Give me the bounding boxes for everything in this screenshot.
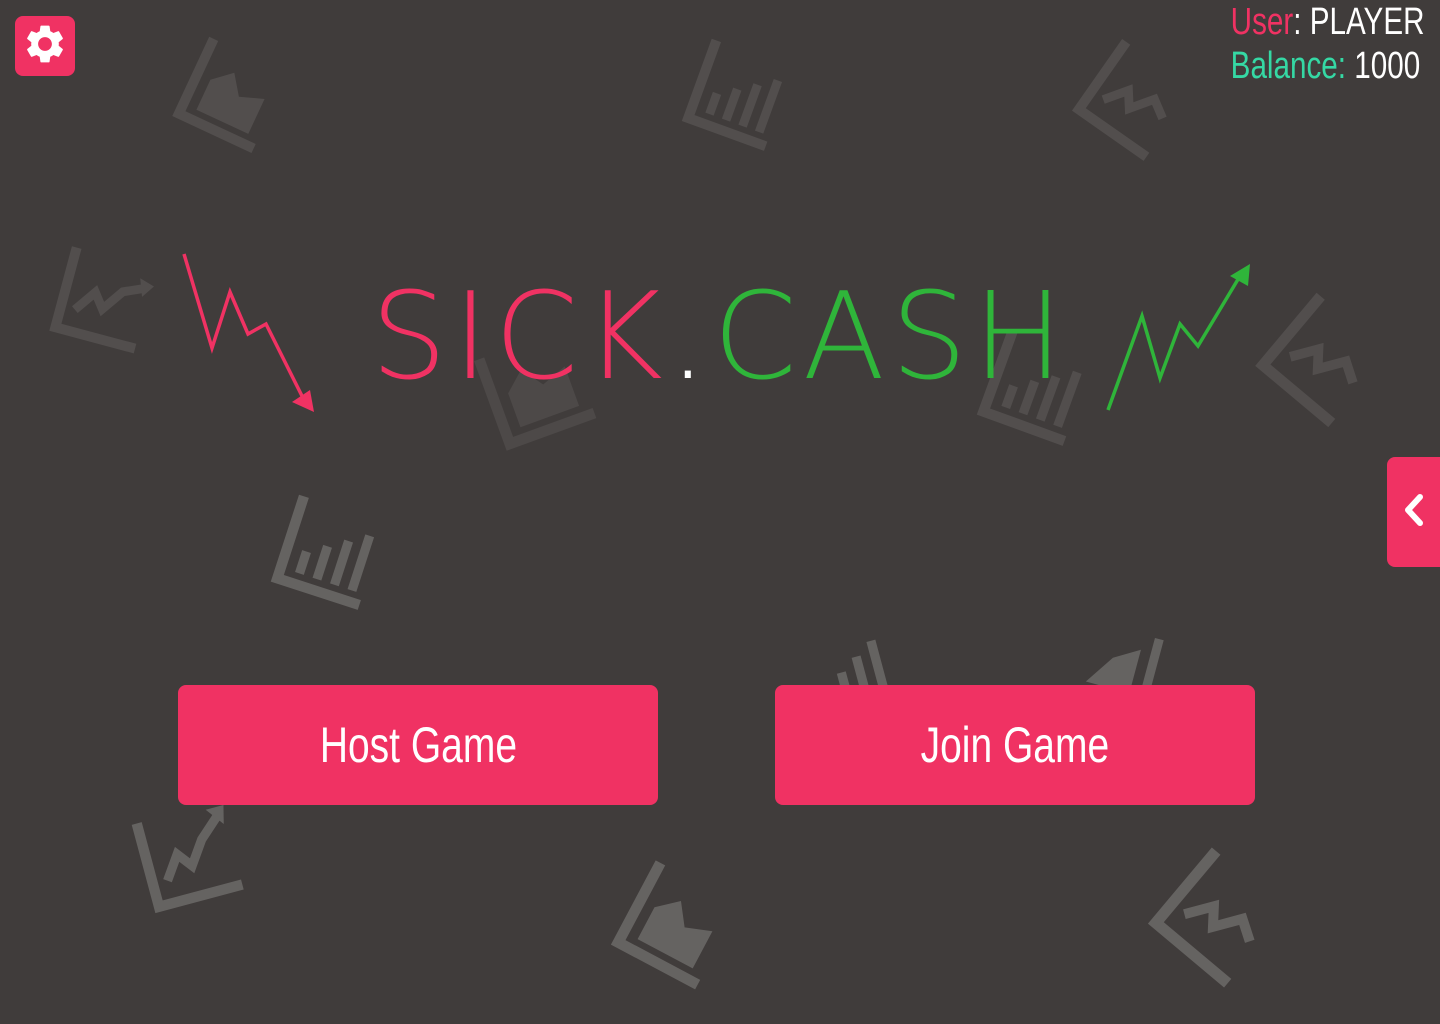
- balance-label: Balance:: [1230, 45, 1346, 87]
- game-logo: SICK.CASH: [0, 268, 1440, 408]
- gear-icon: [22, 21, 68, 72]
- bar-chart-bg-icon: [665, 24, 811, 167]
- balance-value: 1000: [1353, 45, 1420, 87]
- host-game-label: Host Game: [319, 717, 517, 773]
- host-game-button[interactable]: Host Game: [178, 685, 658, 805]
- user-separator: :: [1292, 1, 1310, 43]
- user-name: PLAYER: [1309, 1, 1424, 43]
- logo-text-sick: SICK: [370, 268, 669, 407]
- user-info-panel: User: PLAYER Balance: 1000: [1230, 0, 1424, 88]
- settings-button[interactable]: [15, 16, 75, 76]
- main-menu-screen: User: PLAYER Balance: 1000 SICK.CASH Hos…: [0, 0, 1440, 1024]
- join-game-button[interactable]: Join Game: [775, 685, 1255, 805]
- user-label: User: [1230, 1, 1293, 43]
- user-row: User: PLAYER: [1230, 0, 1424, 44]
- bar-chart-bg-icon: [253, 479, 403, 625]
- line-chart-bg-icon: [1054, 22, 1211, 178]
- logo-text-cash: CASH: [712, 268, 1070, 407]
- logo-text-dot: .: [668, 268, 713, 407]
- line-chart-bg-icon: [1129, 829, 1305, 1005]
- chevron-left-icon: [1402, 493, 1426, 532]
- area-chart-bg-icon: [594, 844, 756, 1006]
- join-game-label: Join Game: [920, 717, 1110, 773]
- line-chart-bg-icon: [112, 786, 263, 929]
- side-panel-toggle[interactable]: [1387, 457, 1440, 567]
- area-chart-bg-icon: [157, 22, 303, 168]
- balance-row: Balance: 1000: [1230, 44, 1424, 88]
